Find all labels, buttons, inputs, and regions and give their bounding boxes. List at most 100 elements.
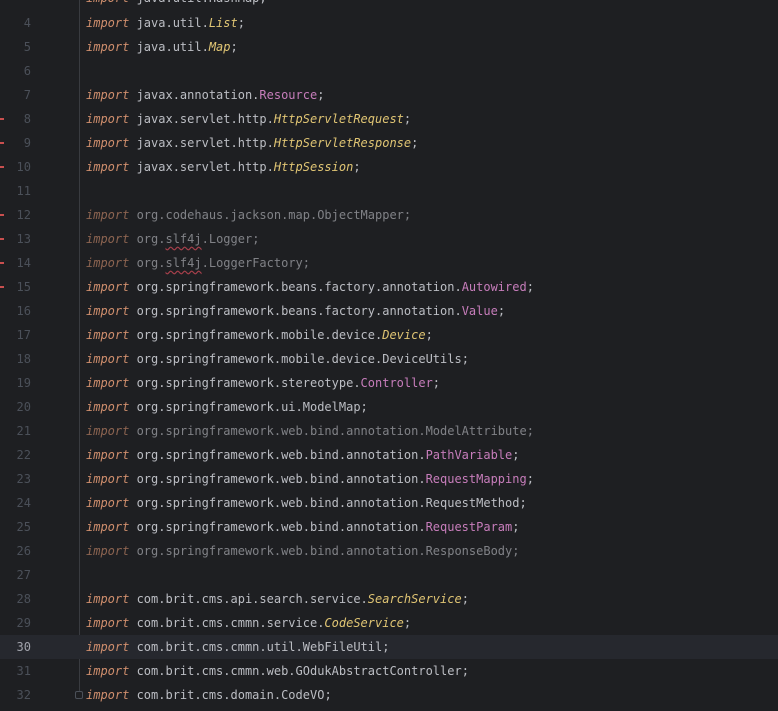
code-line[interactable]: 4 import java.util.List; bbox=[0, 11, 778, 35]
code-line[interactable]: 21 import org.springframework.web.bind.an… bbox=[0, 419, 778, 443]
package-path: org.springframework.beans.factory.annota… bbox=[136, 280, 462, 294]
class-name: ResponseBody bbox=[425, 544, 513, 558]
semicolon: ; bbox=[526, 280, 534, 294]
code-line[interactable]: 5 import java.util.Map; bbox=[0, 35, 778, 59]
package-path: org.springframework.mobile.device. bbox=[136, 352, 383, 366]
semicolon: ; bbox=[259, 0, 266, 5]
keyword: import bbox=[86, 664, 137, 678]
class-name: Controller bbox=[360, 376, 433, 390]
code-line[interactable]: 20 import org.springframework.ui.ModelMap… bbox=[0, 395, 778, 419]
line-number: 8 bbox=[23, 112, 31, 126]
code-line[interactable]: 19 import org.springframework.stereotype.… bbox=[0, 371, 778, 395]
error-marker bbox=[0, 118, 4, 120]
keyword: import bbox=[86, 376, 137, 390]
code-text: import javax.servlet.http.HttpServletRes… bbox=[86, 131, 418, 155]
class-name: Device bbox=[382, 328, 426, 342]
semicolon: ; bbox=[403, 616, 412, 630]
code-line[interactable]: 8 import javax.servlet.http.HttpServletRe… bbox=[0, 107, 778, 131]
line-number: 11 bbox=[16, 184, 31, 198]
class-name: PathVariable bbox=[425, 448, 513, 462]
code-text: import org.springframework.beans.factory… bbox=[86, 275, 534, 299]
keyword: import bbox=[86, 424, 137, 438]
class-name: DeviceUtils bbox=[382, 352, 462, 366]
code-line[interactable]: 9 import javax.servlet.http.HttpServletRe… bbox=[0, 131, 778, 155]
unresolved-package: slf4j bbox=[165, 256, 202, 270]
line-number: 10 bbox=[16, 160, 31, 174]
code-line[interactable]: 17 import org.springframework.mobile.devi… bbox=[0, 323, 778, 347]
package-path: org.springframework.web.bind.annotation. bbox=[136, 424, 426, 438]
keyword: import bbox=[86, 352, 137, 366]
code-line[interactable]: 16 import org.springframework.beans.facto… bbox=[0, 299, 778, 323]
class-name: SearchService bbox=[367, 592, 462, 606]
keyword: import bbox=[86, 16, 137, 30]
class-name: CodeService bbox=[324, 616, 404, 630]
line-number: 19 bbox=[16, 376, 31, 390]
line-number: 13 bbox=[16, 232, 31, 246]
line-number: 30 bbox=[16, 640, 31, 654]
keyword: import bbox=[86, 256, 137, 270]
class-name: Autowired bbox=[461, 280, 527, 294]
semicolon: ; bbox=[252, 232, 260, 246]
line-number: 28 bbox=[16, 592, 31, 606]
code-line[interactable]: 26 import org.springframework.web.bind.an… bbox=[0, 539, 778, 563]
semicolon: ; bbox=[324, 688, 332, 702]
code-line[interactable]: 32 import com.brit.cms.domain.CodeVO; bbox=[0, 683, 778, 707]
code-text: import org.slf4j.Logger; bbox=[86, 227, 259, 251]
package-path: java.util. bbox=[136, 16, 209, 30]
package-path: com.brit.cms.cmmn.service. bbox=[136, 616, 325, 630]
class-name: Resource bbox=[259, 88, 318, 102]
code-line[interactable]: 14 import org.slf4j.LoggerFactory; bbox=[0, 251, 778, 275]
keyword: import bbox=[86, 400, 137, 414]
code-line[interactable]: 15 import org.springframework.beans.facto… bbox=[0, 275, 778, 299]
code-line[interactable]: 31 import com.brit.cms.cmmn.web.GOdukAbst… bbox=[0, 659, 778, 683]
line-number: 32 bbox=[16, 688, 31, 702]
package-path: org. bbox=[136, 232, 166, 246]
code-text: import com.brit.cms.api.search.service.S… bbox=[86, 587, 469, 611]
class-name: ObjectMapper bbox=[317, 208, 404, 222]
line-number: 27 bbox=[16, 568, 31, 582]
keyword: import bbox=[86, 0, 137, 5]
code-line[interactable]: 29 import com.brit.cms.cmmn.service.CodeS… bbox=[0, 611, 778, 635]
error-marker bbox=[0, 238, 4, 240]
line-number: 4 bbox=[23, 16, 31, 30]
package-path: org.springframework.web.bind.annotation. bbox=[136, 472, 426, 486]
semicolon: ; bbox=[461, 352, 469, 366]
line-number: 15 bbox=[16, 280, 31, 294]
package-path: org. bbox=[136, 256, 166, 270]
code-line[interactable]: 18 import org.springframework.mobile.devi… bbox=[0, 347, 778, 371]
keyword: import bbox=[86, 520, 137, 534]
code-line[interactable]: 24 import org.springframework.web.bind.an… bbox=[0, 491, 778, 515]
code-line[interactable]: 27 bbox=[0, 563, 778, 587]
keyword: import bbox=[86, 640, 137, 654]
code-line[interactable]: 30 import com.brit.cms.cmmn.util.WebFileU… bbox=[0, 635, 778, 659]
code-line[interactable]: 25 import org.springframework.web.bind.an… bbox=[0, 515, 778, 539]
line-number: 14 bbox=[16, 256, 31, 270]
code-text: import org.codehaus.jackson.map.ObjectMa… bbox=[86, 203, 411, 227]
code-text: import org.slf4j.LoggerFactory; bbox=[86, 251, 310, 275]
code-line[interactable]: 7 import javax.annotation.Resource; bbox=[0, 83, 778, 107]
code-line-partial[interactable]: import java.util.HashMap; bbox=[0, 0, 778, 10]
code-line[interactable]: 13 import org.slf4j.Logger; bbox=[0, 227, 778, 251]
code-text: import org.springframework.web.bind.anno… bbox=[86, 539, 520, 563]
fold-end-icon[interactable] bbox=[75, 691, 83, 699]
code-text: import java.util.HashMap; bbox=[86, 0, 267, 10]
package-path: java.util. bbox=[136, 40, 209, 54]
code-line[interactable]: 12 import org.codehaus.jackson.map.Object… bbox=[0, 203, 778, 227]
semicolon: ; bbox=[353, 160, 361, 174]
class-name: LoggerFactory bbox=[208, 256, 303, 270]
code-line[interactable]: 6 bbox=[0, 59, 778, 83]
keyword: import bbox=[86, 304, 137, 318]
code-text: import org.springframework.web.bind.anno… bbox=[86, 419, 534, 443]
code-line[interactable]: 10 import javax.servlet.http.HttpSession; bbox=[0, 155, 778, 179]
code-line[interactable]: 11 bbox=[0, 179, 778, 203]
code-line[interactable]: 22 import org.springframework.web.bind.an… bbox=[0, 443, 778, 467]
code-line[interactable]: 23 import org.springframework.web.bind.an… bbox=[0, 467, 778, 491]
class-name: HttpServletRequest bbox=[273, 112, 404, 126]
code-line[interactable]: 28 import com.brit.cms.api.search.service… bbox=[0, 587, 778, 611]
package-path: javax.servlet.http. bbox=[136, 160, 274, 174]
code-editor[interactable]: import java.util.HashMap; 4 import java.ut… bbox=[0, 0, 778, 711]
code-text: import javax.servlet.http.HttpSession; bbox=[86, 155, 361, 179]
code-text: import org.springframework.web.bind.anno… bbox=[86, 491, 527, 515]
package-path: com.brit.cms.api.search.service. bbox=[136, 592, 368, 606]
package-path: javax.annotation. bbox=[136, 88, 260, 102]
